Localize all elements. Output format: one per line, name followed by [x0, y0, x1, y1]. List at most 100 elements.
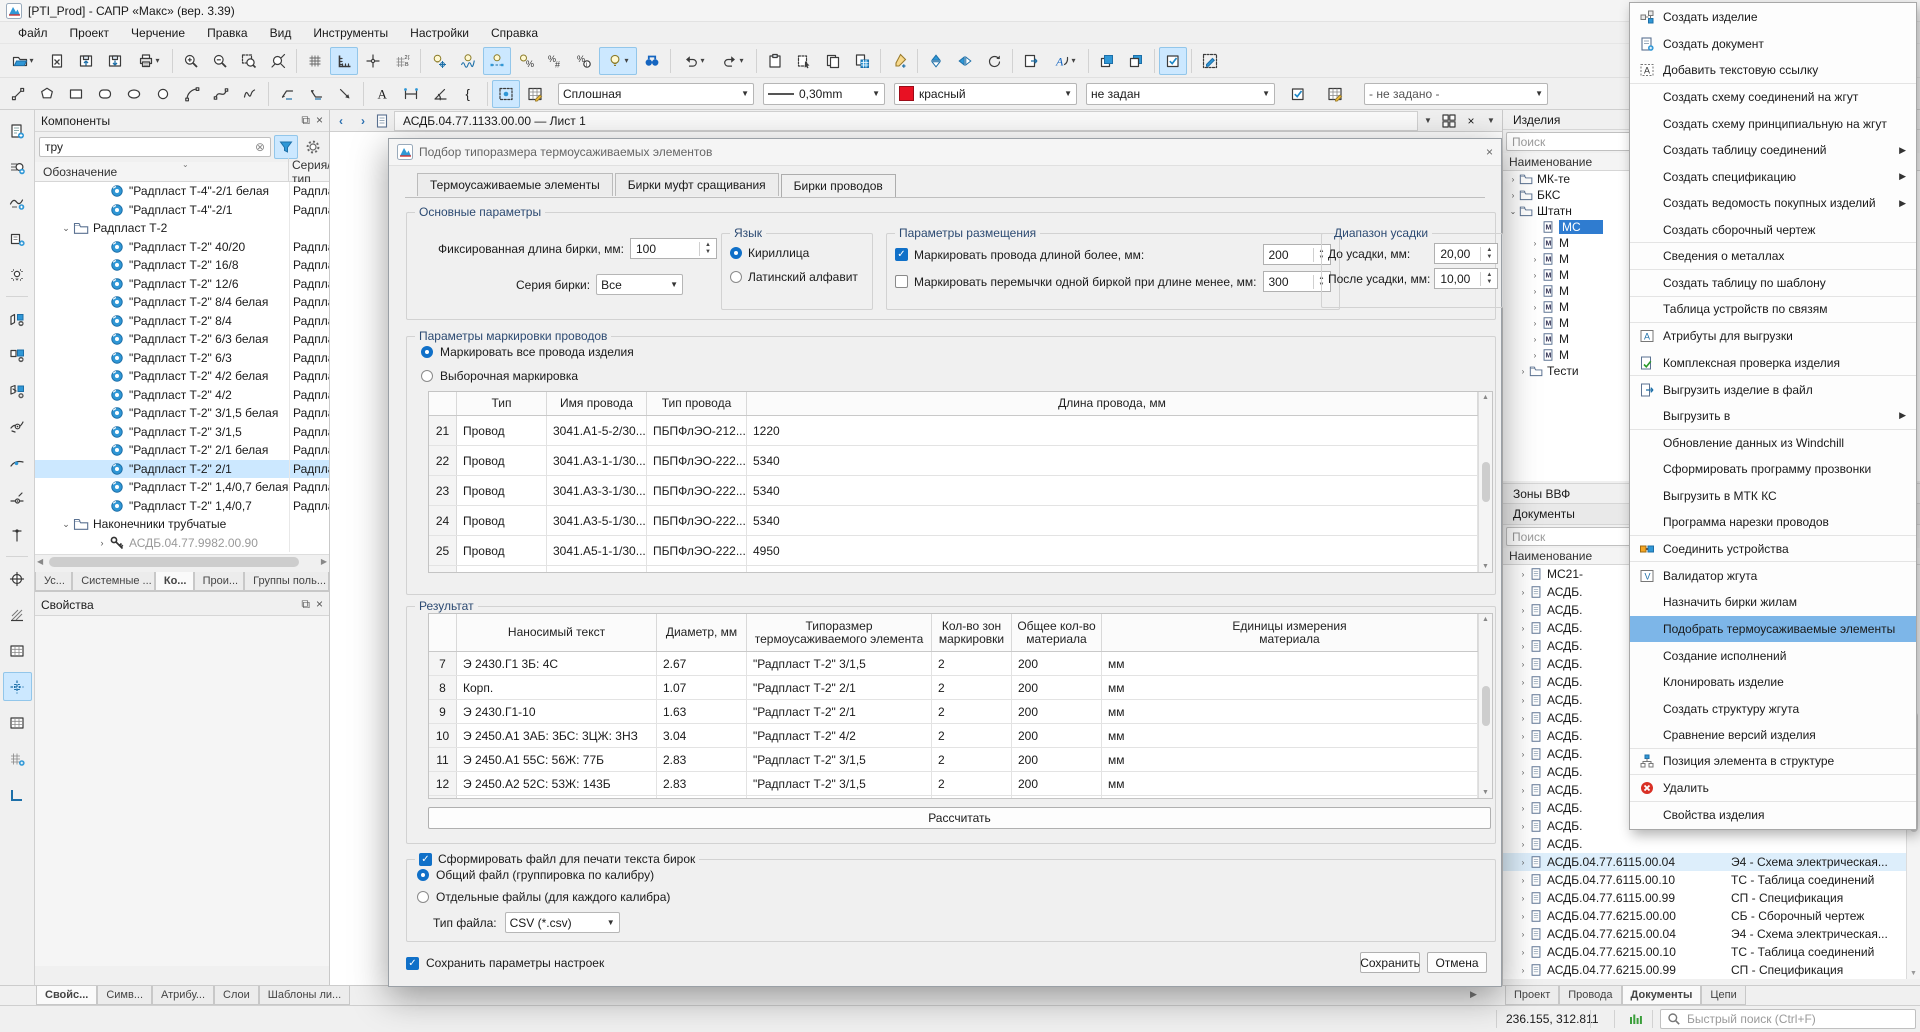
document-tree-row[interactable]: › АСДБ.04.77.6215.00.00 СБ - Сборочный ч…: [1503, 907, 1920, 925]
table-row[interactable]: 24Провод3041.А3-5-1/30...ПБПФлЭО-222...5…: [429, 506, 1492, 536]
table-header[interactable]: Диаметр, мм: [657, 614, 747, 651]
document-tree-row[interactable]: › АСДБ.04.77.6115.00.99 СП - Спецификаци…: [1503, 889, 1920, 907]
menu-Правка[interactable]: Правка: [197, 24, 258, 42]
draw-rectangle-button[interactable]: [62, 80, 90, 108]
move-to-sheet-button[interactable]: [1017, 47, 1045, 75]
draw-rounded-rectangle-button[interactable]: [91, 80, 119, 108]
open-document-button[interactable]: ▾: [4, 47, 42, 75]
file-separate-option[interactable]: Отдельные файлы (для каждого калибра): [407, 882, 1495, 904]
components-tab-1[interactable]: Системные ...: [72, 572, 155, 591]
table-row[interactable]: 7Э 2430.Г1 3Б: 4С2.67"Радпласт Т-2" 3/1,…: [429, 652, 1492, 676]
dialog-tab-0[interactable]: Термоусаживаемые элементы: [417, 173, 613, 196]
language-option-0[interactable]: Кириллица: [722, 240, 872, 260]
draw-bezier-button[interactable]: [207, 80, 235, 108]
select-region-button[interactable]: [492, 80, 520, 108]
table-row[interactable]: 22Провод3041.А3-1-1/30...ПБПФлЭО-222...5…: [429, 446, 1492, 476]
add-part-button[interactable]: [3, 304, 32, 333]
quick-search-input[interactable]: Быстрый поиск (Ctrl+F): [1660, 1009, 1916, 1029]
save-to-archive-button[interactable]: [72, 47, 100, 75]
component-tree-row[interactable]: "Радпласт Т-2" 6/3 белая Радпласт: [35, 330, 329, 349]
menu-Черчение[interactable]: Черчение: [121, 24, 195, 42]
draw-polygon-button[interactable]: [33, 80, 61, 108]
next-sheet-button[interactable]: ›: [352, 111, 374, 131]
tag-series-combo[interactable]: Все▼: [596, 274, 683, 295]
context-menu-item-27[interactable]: Сравнение версий изделия: [1630, 722, 1916, 749]
table-row[interactable]: 12Э 2450.А2 52С: 53Ж: 143Б2.83"Радпласт …: [429, 772, 1492, 796]
context-menu-item-12[interactable]: A Атрибуты для выгрузки: [1630, 323, 1916, 350]
find-button[interactable]: [638, 47, 666, 75]
draw-ellipse-button[interactable]: [120, 80, 148, 108]
table-row[interactable]: 23Провод3041.А3-3-1/30...ПБПФлЭО-222...5…: [429, 476, 1492, 506]
context-menu-item-19[interactable]: Программа нарезки проводов: [1630, 509, 1916, 536]
net-inspector-button[interactable]: [3, 412, 32, 441]
close-sheet-button[interactable]: ×: [1460, 111, 1482, 131]
close-document-button[interactable]: [43, 47, 71, 75]
validate-check-button[interactable]: [1284, 80, 1312, 108]
tile-windows-button[interactable]: [1438, 111, 1460, 131]
table-header[interactable]: Наносимый текст: [457, 614, 657, 651]
zoom-window-button[interactable]: [235, 47, 263, 75]
document-tree-row[interactable]: › АСДБ.: [1503, 835, 1920, 853]
insert-pin-button[interactable]: [3, 520, 32, 549]
stamp-tool-button[interactable]: [3, 636, 32, 665]
table-header[interactable]: [429, 614, 457, 651]
rotate-selection-button[interactable]: [980, 47, 1008, 75]
component-tree-row[interactable]: "Радпласт Т-2" 1,4/0,7 Радпласт: [35, 497, 329, 516]
right-tab-Проект[interactable]: Проект: [1505, 986, 1559, 1005]
component-tree-row[interactable]: "Радпласт Т-4"-2/1 белая Радпласт: [35, 182, 329, 201]
zoom-out-button[interactable]: [206, 47, 234, 75]
component-tree-row[interactable]: ⌄ Радпласт Т-2: [35, 219, 329, 238]
new-harness-button[interactable]: [3, 152, 32, 181]
print-button[interactable]: ▾: [130, 47, 168, 75]
clear-search-icon[interactable]: ⊗: [255, 140, 265, 154]
table-header[interactable]: Тип: [457, 392, 547, 415]
text-style-button[interactable]: A▾: [1046, 47, 1084, 75]
table-row[interactable]: 10Э 2450.А1 3АБ: 3БС: 3ЦЖ: 3НЗ3.04"Радпл…: [429, 724, 1492, 748]
table-row[interactable]: 21Провод3041.А1-5-2/30...ПБПФлЭО-212...1…: [429, 416, 1492, 446]
checkbox[interactable]: [895, 275, 908, 288]
context-menu-item-25[interactable]: Клонировать изделие: [1630, 669, 1916, 696]
snap-corner-button[interactable]: [3, 780, 32, 809]
highlight-percent-button[interactable]: %: [512, 47, 540, 75]
context-menu-item-3[interactable]: Создать схему соединений на жгут: [1630, 84, 1916, 111]
context-menu-item-16[interactable]: Обновление данных из Windchill: [1630, 430, 1916, 457]
close-icon[interactable]: ×: [316, 597, 323, 612]
filter-button[interactable]: [274, 135, 298, 159]
layer-combo[interactable]: не задан▼: [1086, 83, 1275, 105]
paste-special-button[interactable]: [790, 47, 818, 75]
percent-hash-button[interactable]: %#: [541, 47, 569, 75]
dialog-tab-2[interactable]: Бирки проводов: [781, 174, 896, 197]
table-vscrollbar[interactable]: ▲▼: [1478, 614, 1492, 798]
components-tab-2[interactable]: Ко...: [155, 572, 194, 591]
leader-line-down-button[interactable]: [302, 80, 330, 108]
menu-Инструменты[interactable]: Инструменты: [303, 24, 398, 42]
leader-line-up-button[interactable]: [273, 80, 301, 108]
components-search-input[interactable]: тру ⊗: [39, 137, 271, 157]
add-clone-button[interactable]: [3, 376, 32, 405]
print-file-legend[interactable]: ✓Сформировать файл для печати текста бир…: [415, 852, 699, 866]
insert-text-button[interactable]: A: [368, 80, 396, 108]
components-tab-3[interactable]: Прои...: [194, 572, 245, 591]
document-tree-row[interactable]: › АСДБ.04.77.6115.00.04 Э4 - Схема элект…: [1503, 853, 1920, 871]
new-device-button[interactable]: [3, 224, 32, 253]
menu-Настройки[interactable]: Настройки: [400, 24, 479, 42]
shrink-before-spinbox[interactable]: 20,00▲▼: [1434, 243, 1498, 264]
component-tree-row[interactable]: › АСДБ.04.77.9982.00.90: [35, 534, 329, 553]
table-row[interactable]: 9Э 2430.Г1-101.63"Радпласт Т-2" 2/12200м…: [429, 700, 1492, 724]
calculate-button[interactable]: Рассчитать: [428, 807, 1491, 829]
document-tree-row[interactable]: › АСДБ.04.77.6215.00.10 ТС - Таблица сое…: [1503, 943, 1920, 961]
send-to-back-button[interactable]: [1122, 47, 1150, 75]
structure-view-icon[interactable]: [1628, 1011, 1644, 1027]
panel-tab-4[interactable]: Шаблоны ли...: [259, 986, 350, 1005]
format-brush-button[interactable]: [885, 47, 913, 75]
right-tab-Документы[interactable]: Документы: [1622, 986, 1702, 1005]
filter-settings-button[interactable]: [301, 135, 325, 159]
right-tab-Провода[interactable]: Провода: [1559, 986, 1621, 1005]
context-menu-item-24[interactable]: Создание исполнений: [1630, 642, 1916, 669]
component-tree-row[interactable]: "Радпласт Т-2" 3/1,5 белая Радпласт: [35, 404, 329, 423]
marking-selective-option[interactable]: Выборочная маркировка: [421, 369, 578, 383]
context-menu-item-1[interactable]: Создать документ: [1630, 31, 1916, 58]
context-menu-item-21[interactable]: V Валидатор жгута: [1630, 562, 1916, 589]
context-menu-item-7[interactable]: Создать ведомость покупных изделий ▶: [1630, 190, 1916, 217]
table-row[interactable]: 25Провод3041.А5-1-1/30...ПБПФлЭО-222...4…: [429, 536, 1492, 566]
